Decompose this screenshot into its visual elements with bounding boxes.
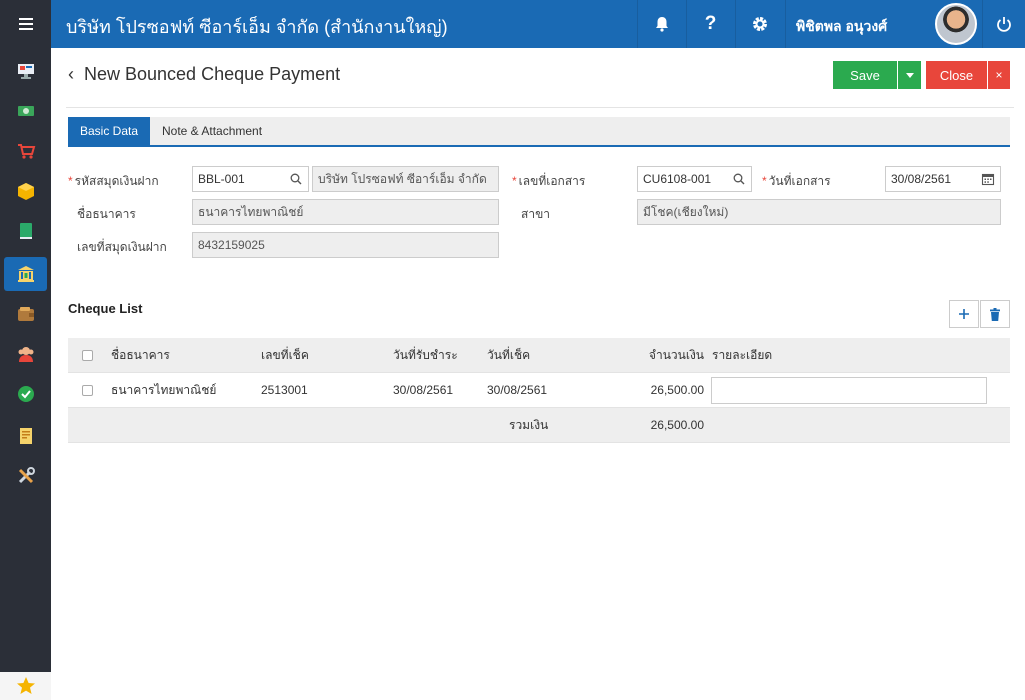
column-header-bank: ชื่อธนาคาร bbox=[111, 348, 170, 362]
close-x-button[interactable]: × bbox=[988, 61, 1010, 89]
detail-input[interactable] bbox=[711, 377, 987, 404]
tab-basic-data[interactable]: Basic Data bbox=[68, 117, 151, 145]
sidebar-item-settings[interactable] bbox=[4, 459, 47, 493]
sidebar-item-money[interactable] bbox=[4, 94, 47, 128]
caret-down-icon bbox=[905, 72, 914, 78]
check-circle-icon bbox=[17, 386, 34, 402]
company-name: บริษัท โปรซอฟท์ ซีอาร์เอ็ม จำกัด (สำนักง… bbox=[66, 17, 448, 37]
column-header-cheque-date: วันที่เช็ค bbox=[487, 348, 531, 362]
save-dropdown-button[interactable] bbox=[898, 61, 921, 89]
sidebar-item-dashboard[interactable] bbox=[4, 54, 47, 88]
tab-note-attachment[interactable]: Note & Attachment bbox=[150, 117, 274, 145]
menu-toggle-button[interactable] bbox=[0, 0, 51, 48]
top-bar: บริษัท โปรซอฟท์ ซีอาร์เอ็ม จำกัด (สำนักง… bbox=[51, 0, 1025, 48]
table-footer-row: รวมเงิน 26,500.00 bbox=[68, 408, 1010, 443]
plus-icon bbox=[959, 309, 969, 319]
close-button[interactable]: Close bbox=[926, 61, 987, 89]
sidebar-item-wallet[interactable] bbox=[4, 297, 47, 331]
bank-name-field: ธนาคารไทยพาณิชย์ bbox=[192, 199, 499, 225]
column-header-amount: จำนวนเงิน bbox=[648, 348, 704, 362]
sidebar-item-sales[interactable] bbox=[4, 134, 47, 168]
divider bbox=[66, 107, 1014, 108]
search-icon[interactable] bbox=[289, 172, 303, 186]
tab-bar: Basic Data Note & Attachment bbox=[68, 117, 1010, 147]
sidebar bbox=[0, 0, 51, 700]
required-marker: * bbox=[68, 174, 73, 188]
add-row-button[interactable] bbox=[949, 300, 979, 328]
cell-cheque-date: 30/08/2561 bbox=[487, 383, 548, 397]
doc-date-label: * วันที่เอกสาร bbox=[762, 174, 831, 188]
money-icon bbox=[17, 106, 34, 116]
required-marker: * bbox=[512, 174, 517, 188]
cheque-list-title: Cheque List bbox=[68, 301, 143, 316]
account-code-field[interactable]: BBL-001 bbox=[192, 166, 309, 192]
delete-row-button[interactable] bbox=[980, 300, 1010, 328]
sidebar-item-ledger[interactable] bbox=[4, 214, 47, 248]
notification-button[interactable] bbox=[637, 0, 685, 48]
required-marker: * bbox=[762, 174, 767, 188]
hamburger-icon bbox=[18, 18, 33, 30]
document-icon bbox=[19, 428, 32, 444]
user-menu[interactable]: พิชิตพล อนุวงศ์ bbox=[785, 0, 981, 48]
user-group-icon bbox=[18, 347, 33, 362]
row-checkbox[interactable] bbox=[82, 385, 93, 396]
cell-cheque-no: 2513001 bbox=[261, 383, 308, 397]
sidebar-item-approval[interactable] bbox=[4, 377, 47, 411]
select-all-checkbox[interactable] bbox=[82, 350, 93, 361]
account-no-label: เลขที่สมุดเงินฝาก bbox=[77, 240, 167, 254]
branch-field: มีโชค(เชียงใหม่) bbox=[637, 199, 1001, 225]
calendar-icon[interactable] bbox=[981, 172, 995, 186]
wallet-icon bbox=[17, 307, 34, 321]
power-icon bbox=[997, 17, 1011, 32]
trash-icon bbox=[990, 307, 1000, 321]
settings-button[interactable] bbox=[735, 0, 783, 48]
sidebar-item-report[interactable] bbox=[4, 419, 47, 453]
column-header-cheque-no: เลขที่เช็ค bbox=[261, 348, 309, 362]
save-button[interactable]: Save bbox=[833, 61, 897, 89]
search-icon[interactable] bbox=[732, 172, 746, 186]
back-chevron-icon[interactable]: ‹ bbox=[68, 64, 74, 85]
book-icon bbox=[19, 223, 32, 239]
avatar bbox=[935, 3, 977, 45]
help-button[interactable]: ? bbox=[686, 0, 734, 48]
favorite-button[interactable] bbox=[0, 672, 51, 700]
bank-icon bbox=[17, 266, 34, 282]
page-title: ‹ New Bounced Cheque Payment bbox=[68, 64, 340, 85]
sidebar-item-hr[interactable] bbox=[4, 337, 47, 371]
cell-received-date: 30/08/2561 bbox=[393, 383, 454, 397]
cell-bank: ธนาคารไทยพาณิชย์ bbox=[111, 383, 217, 397]
doc-no-label: * เลขที่เอกสาร bbox=[512, 174, 586, 188]
star-icon bbox=[16, 677, 35, 694]
bell-icon bbox=[655, 17, 668, 32]
bank-name-label: ชื่อธนาคาร bbox=[77, 207, 136, 221]
account-name-field: บริษัท โปรซอฟท์ ซีอาร์เอ็ม จำกัด bbox=[312, 166, 499, 192]
sidebar-item-inventory[interactable] bbox=[4, 174, 47, 208]
logout-button[interactable] bbox=[982, 0, 1025, 48]
user-name: พิชิตพล อนุวงศ์ bbox=[796, 18, 888, 34]
close-icon: × bbox=[995, 68, 1003, 82]
total-label: รวมเงิน bbox=[509, 418, 549, 432]
doc-no-field[interactable]: CU6108-001 bbox=[637, 166, 752, 192]
cheque-table: ชื่อธนาคาร เลขที่เช็ค วันที่รับชำระ วันท… bbox=[68, 338, 1010, 443]
sidebar-item-bank[interactable] bbox=[4, 257, 47, 291]
cart-icon bbox=[17, 144, 35, 159]
column-header-detail: รายละเอียด bbox=[712, 348, 773, 362]
column-header-received-date: วันที่รับชำระ bbox=[393, 348, 458, 362]
branch-label: สาขา bbox=[521, 207, 551, 221]
doc-date-field[interactable]: 30/08/2561 bbox=[885, 166, 1001, 192]
gear-icon bbox=[752, 17, 767, 31]
monitor-icon bbox=[17, 64, 34, 79]
tools-icon bbox=[18, 467, 35, 484]
table-row[interactable]: ธนาคารไทยพาณิชย์ 2513001 30/08/2561 30/0… bbox=[68, 373, 1010, 408]
account-no-field: 8432159025 bbox=[192, 232, 499, 258]
account-code-label: * รหัสสมุดเงินฝาก bbox=[68, 174, 159, 188]
question-icon: ? bbox=[704, 13, 717, 34]
cell-amount: 26,500.00 bbox=[650, 383, 704, 397]
table-header-row: ชื่อธนาคาร เลขที่เช็ค วันที่รับชำระ วันท… bbox=[68, 338, 1010, 373]
box-icon bbox=[17, 183, 34, 200]
total-value: 26,500.00 bbox=[650, 418, 704, 432]
page-title-text: New Bounced Cheque Payment bbox=[84, 64, 341, 84]
